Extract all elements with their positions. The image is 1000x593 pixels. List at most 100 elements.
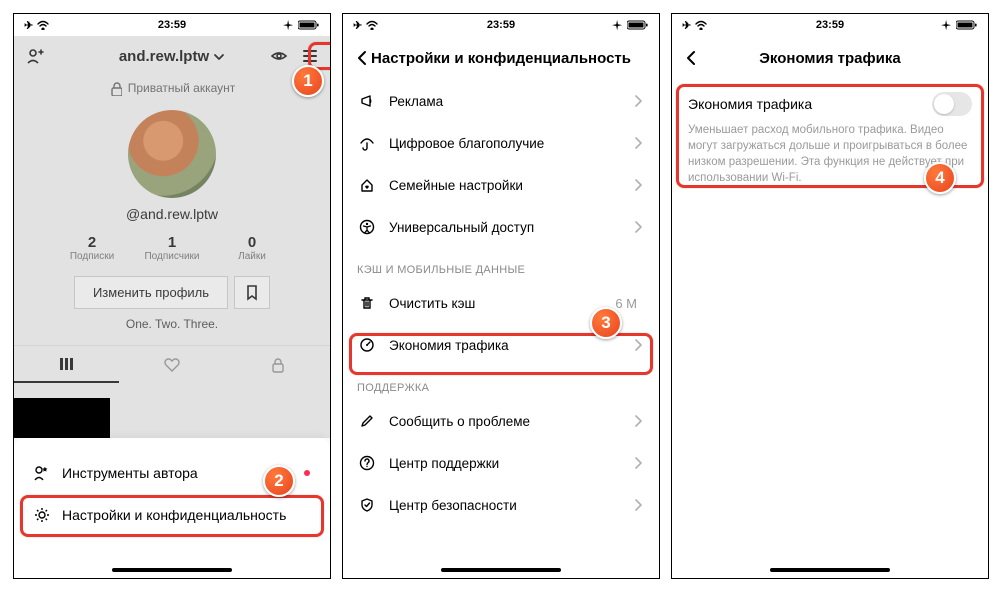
tab-private[interactable] <box>225 346 330 383</box>
data-saver-toggle[interactable] <box>932 92 972 116</box>
hamburger-icon[interactable] <box>302 48 318 64</box>
bookmark-icon <box>244 284 260 301</box>
row-ads[interactable]: Реклама <box>343 80 659 122</box>
chevron-icon <box>631 413 645 429</box>
row-help[interactable]: Центр поддержки <box>343 442 659 484</box>
row-label: Сообщить о проблеме <box>389 414 619 429</box>
video-thumb <box>14 398 110 438</box>
row-label: Семейные настройки <box>389 178 619 193</box>
sheet-item-label: Настройки и конфиденциальность <box>62 507 286 523</box>
airplane-icon: ✈ <box>682 19 691 32</box>
row-safety[interactable]: Центр безопасности <box>343 484 659 526</box>
umbrella-icon <box>357 133 377 153</box>
lock-icon <box>109 81 122 96</box>
profile-body-dimmed: and.rew.lptw Приватный аккаунт @and.rew.… <box>14 36 330 438</box>
home-indicator <box>441 568 561 572</box>
gear-icon <box>32 505 52 525</box>
profile-tabs <box>14 345 330 383</box>
avatar[interactable] <box>128 110 216 198</box>
airplane-icon: ✈ <box>353 19 362 32</box>
status-time: 23:59 <box>158 19 186 31</box>
pen-icon <box>357 411 377 431</box>
battery-icon <box>627 20 649 30</box>
airplane-icon: ✈ <box>24 19 33 32</box>
chevron-icon <box>631 497 645 513</box>
tab-liked[interactable] <box>119 346 224 383</box>
wifi-icon <box>366 20 380 30</box>
bio-text: One. Two. Three. <box>14 317 330 331</box>
chevron-icon <box>631 93 645 109</box>
handle-text: @and.rew.lptw <box>14 206 330 222</box>
tab-grid[interactable] <box>14 346 119 383</box>
settings-title: Настройки и конфиденциальность <box>343 50 659 67</box>
stat-following[interactable]: 2Подписки <box>52 234 132 262</box>
home-indicator <box>770 568 890 572</box>
heart-icon <box>164 357 180 373</box>
question-icon <box>357 453 377 473</box>
home-heart-icon <box>357 175 377 195</box>
notification-dot <box>304 470 310 476</box>
chevron-icon <box>631 135 645 151</box>
megaphone-icon <box>357 91 377 111</box>
trash-icon <box>357 293 377 313</box>
add-user-icon[interactable] <box>26 48 44 65</box>
username-dropdown[interactable]: and.rew.lptw <box>119 48 226 65</box>
lock-tab-icon <box>270 357 284 373</box>
status-time: 23:59 <box>816 19 844 31</box>
section-cache-label: КЭШ И МОБИЛЬНЫЕ ДАННЫЕ <box>343 248 659 282</box>
sheet-settings-privacy[interactable]: Настройки и конфиденциальность <box>14 494 330 536</box>
screen-data-saver: ✈ 23:59 Экономия трафика Экономия трафик… <box>671 13 989 579</box>
private-account-label: Приватный аккаунт <box>14 76 330 100</box>
back-button[interactable] <box>355 50 369 66</box>
accessibility-icon <box>357 217 377 237</box>
chevron-icon <box>631 455 645 471</box>
row-label: Цифровое благополучие <box>389 136 619 151</box>
callout-badge-3: 3 <box>590 307 622 339</box>
callout-badge-4: 4 <box>924 162 956 194</box>
gauge-icon <box>357 335 377 355</box>
eye-icon[interactable] <box>271 49 288 63</box>
grid-icon <box>58 356 75 372</box>
row-label: Центр безопасности <box>389 498 619 513</box>
stat-followers[interactable]: 1Подписчики <box>132 234 212 262</box>
row-label: Очистить кэш <box>389 296 603 311</box>
data-saver-row-title: Экономия трафика <box>688 96 812 112</box>
shield-icon <box>357 495 377 515</box>
bottom-sheet: Инструменты автора Настройки и конфиденц… <box>14 438 330 578</box>
toggle-knob <box>934 94 954 114</box>
username-text: and.rew.lptw <box>119 48 209 65</box>
callout-badge-1: 1 <box>292 65 324 97</box>
edit-profile-button[interactable]: Изменить профиль <box>74 276 228 309</box>
row-accessibility[interactable]: Универсальный доступ <box>343 206 659 248</box>
status-bar: ✈ 23:59 <box>343 14 659 36</box>
screen-settings: ✈ 23:59 Настройки и конфиденциальность Р… <box>342 13 660 579</box>
row-family[interactable]: Семейные настройки <box>343 164 659 206</box>
cache-size-value: 6 M <box>615 296 637 311</box>
wifi-icon <box>695 20 709 30</box>
chevron-down-icon <box>212 50 226 62</box>
location-icon <box>612 20 623 31</box>
data-saver-title: Экономия трафика <box>672 50 988 67</box>
star-icon <box>32 463 52 483</box>
settings-header: Настройки и конфиденциальность <box>343 36 659 80</box>
wifi-icon <box>37 20 51 30</box>
row-report[interactable]: Сообщить о проблеме <box>343 400 659 442</box>
data-saver-header: Экономия трафика <box>672 36 988 80</box>
location-icon <box>283 20 294 31</box>
row-wellbeing[interactable]: Цифровое благополучие <box>343 122 659 164</box>
sheet-item-label: Инструменты автора <box>62 465 198 481</box>
chevron-icon <box>631 219 645 235</box>
home-indicator <box>112 568 232 572</box>
back-button[interactable] <box>684 50 698 66</box>
status-bar: ✈ 23:59 <box>14 14 330 36</box>
bookmark-button[interactable] <box>234 276 270 309</box>
stat-likes[interactable]: 0Лайки <box>212 234 292 262</box>
callout-badge-2: 2 <box>263 465 295 497</box>
stats-row: 2Подписки 1Подписчики 0Лайки <box>14 234 330 262</box>
section-support-label: ПОДДЕРЖКА <box>343 366 659 400</box>
battery-icon <box>956 20 978 30</box>
location-icon <box>941 20 952 31</box>
row-label: Центр поддержки <box>389 456 619 471</box>
status-time: 23:59 <box>487 19 515 31</box>
chevron-icon <box>631 177 645 193</box>
